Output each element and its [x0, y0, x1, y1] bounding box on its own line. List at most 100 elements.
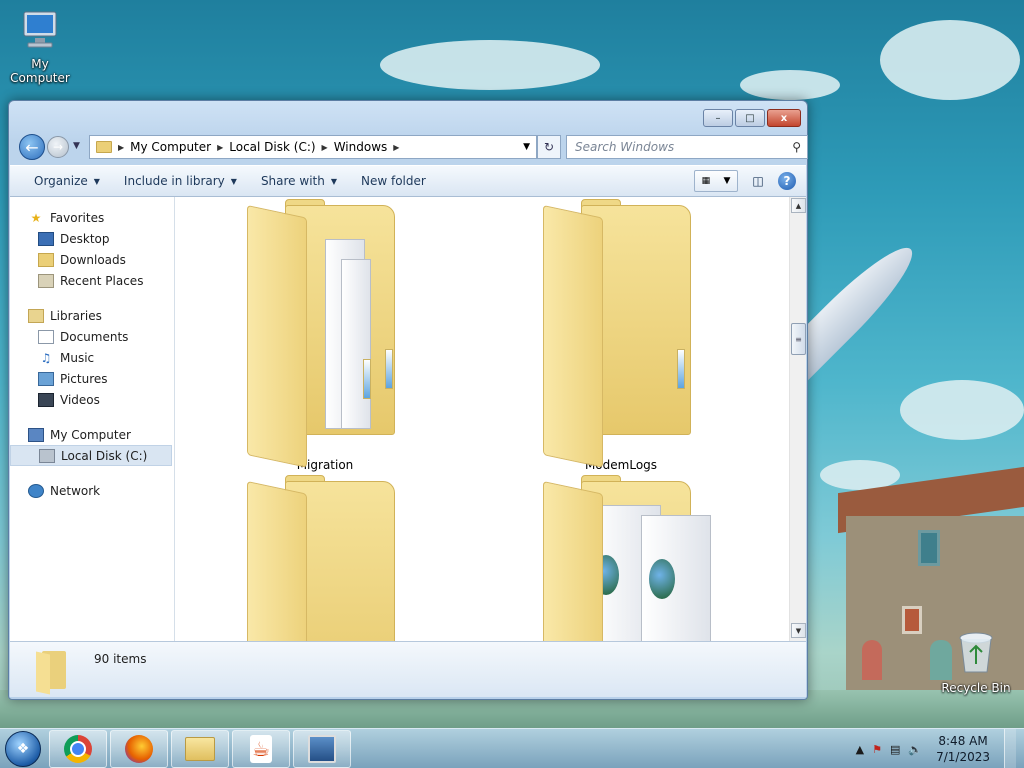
window-controls: – □ x [703, 109, 801, 127]
share-with-button[interactable]: Share with ▼ [249, 169, 349, 193]
view-icon: ▦ [701, 176, 711, 186]
breadcrumb-local-disk[interactable]: Local Disk (C:) [229, 140, 315, 154]
firefox-icon [125, 734, 153, 763]
explorer-window: – □ x ← → ▼ ▶ My Computer ▶ Local Disk (… [8, 100, 808, 700]
breadcrumb-windows[interactable]: Windows [334, 140, 388, 154]
back-button[interactable]: ← [19, 134, 45, 160]
nav-label: Libraries [50, 308, 102, 323]
breadcrumb-my-computer[interactable]: My Computer [130, 140, 211, 154]
folder-icon [541, 199, 701, 468]
organize-label: Organize [34, 174, 88, 188]
breadcrumb-separator-icon[interactable]: ▶ [393, 143, 399, 152]
desktop-icon-my-computer[interactable]: My Computer [0, 8, 80, 85]
show-hidden-icons-icon[interactable]: ▲ [856, 743, 864, 756]
search-input[interactable]: Search Windows ⚲ [566, 135, 808, 159]
nav-label: My Computer [50, 427, 131, 442]
preview-pane-icon: ◫ [752, 174, 764, 188]
star-icon: ★ [30, 210, 42, 225]
nav-item-desktop[interactable]: Desktop [10, 228, 174, 249]
address-bar-row: ← → ▼ ▶ My Computer ▶ Local Disk (C:) ▶ … [17, 133, 808, 161]
scrollbar-thumb[interactable]: ≡ [791, 323, 806, 355]
minimize-button[interactable]: – [703, 109, 733, 127]
include-in-library-label: Include in library [123, 174, 225, 188]
content-area: ★ Favorites Desktop Downloads Recent Plac… [10, 197, 806, 641]
command-bar: Organize ▼ Include in library ▼ Share with… [10, 165, 806, 197]
nav-label: Documents [60, 329, 129, 344]
cloud [740, 70, 840, 100]
network-status-icon[interactable]: ▤ [890, 743, 900, 756]
forward-arrow-icon: → [52, 140, 64, 154]
taskbar-chrome[interactable] [49, 729, 107, 768]
folder-item[interactable] [486, 475, 756, 641]
details-pane: 90 items [10, 641, 806, 697]
folder-label: Migration [296, 458, 354, 472]
forward-button[interactable]: → [47, 136, 69, 158]
taskbar-firefox[interactable] [110, 729, 168, 768]
taskbar-network-setup[interactable] [293, 729, 351, 768]
folder-item-migration[interactable]: Migration [190, 199, 460, 472]
share-with-label: Share with [260, 174, 325, 188]
scroll-up-icon: ▲ [795, 201, 802, 210]
computer-icon [28, 427, 44, 442]
nav-label: Network [50, 483, 101, 498]
network-icon [28, 483, 44, 498]
desktop-icon [38, 231, 54, 246]
recent-pages-button[interactable]: ▼ [73, 141, 80, 151]
taskbar-java[interactable]: ☕ [232, 729, 290, 768]
organize-button[interactable]: Organize ▼ [22, 169, 112, 193]
scroll-up-button[interactable]: ▲ [791, 198, 806, 213]
pictures-icon [38, 371, 54, 386]
volume-muted-icon[interactable]: 🔈 [908, 743, 922, 756]
folder-icon [96, 141, 112, 153]
nav-group-network: Network [10, 480, 174, 501]
breadcrumb-separator-icon[interactable]: ▶ [118, 143, 124, 152]
breadcrumb-separator-icon[interactable]: ▶ [217, 143, 223, 152]
nav-item-pictures[interactable]: Pictures [10, 368, 174, 389]
address-dropdown-icon[interactable]: ▼ [523, 142, 530, 152]
explorer-icon [185, 736, 215, 761]
nav-group-libraries: Libraries Documents ♫ Music Pictures Vide… [10, 305, 174, 410]
computer-icon [0, 8, 80, 55]
cloud [900, 380, 1024, 440]
nav-label: Pictures [60, 371, 108, 386]
close-button[interactable]: x [767, 109, 801, 127]
folder-item-modemlogs[interactable]: ModemLogs [486, 199, 756, 472]
desktop-icon-label: Recycle Bin [941, 681, 1011, 695]
nav-item-libraries[interactable]: Libraries [10, 305, 174, 326]
action-center-icon[interactable]: ⚑ [872, 743, 882, 756]
nav-item-recent-places[interactable]: Recent Places [10, 270, 174, 291]
nav-item-videos[interactable]: Videos [10, 389, 174, 410]
search-icon[interactable]: ⚲ [792, 140, 801, 154]
help-button[interactable]: ? [778, 172, 796, 190]
nav-label: Downloads [60, 252, 126, 267]
change-view-button[interactable]: ▦ ▼ [694, 170, 738, 192]
cloud [380, 40, 600, 90]
desktop-icon-recycle-bin[interactable]: Recycle Bin [936, 630, 1016, 695]
show-desktop-button[interactable] [1004, 729, 1016, 768]
nav-item-favorites[interactable]: ★ Favorites [10, 207, 174, 228]
chevron-down-icon: ▼ [230, 176, 237, 186]
maximize-icon: □ [745, 112, 755, 124]
new-folder-button[interactable]: New folder [349, 169, 438, 193]
drive-icon [39, 448, 55, 463]
nav-item-network[interactable]: Network [10, 480, 174, 501]
nav-label: Recent Places [60, 273, 144, 288]
refresh-button[interactable]: ↻ [537, 135, 561, 159]
nav-item-downloads[interactable]: Downloads [10, 249, 174, 270]
maximize-button[interactable]: □ [735, 109, 765, 127]
include-in-library-button[interactable]: Include in library ▼ [112, 169, 249, 193]
address-bar[interactable]: ▶ My Computer ▶ Local Disk (C:) ▶ Window… [89, 135, 537, 159]
system-tray: ▲ ⚑ ▤ 🔈 8:48 AM 7/1/2023 [856, 729, 1024, 768]
preview-pane-button[interactable]: ◫ [746, 170, 770, 192]
start-button[interactable]: ❖ [0, 729, 46, 768]
scroll-down-button[interactable]: ▼ [791, 623, 806, 638]
taskbar-explorer[interactable] [171, 729, 229, 768]
nav-item-music[interactable]: ♫ Music [10, 347, 174, 368]
nav-item-documents[interactable]: Documents [10, 326, 174, 347]
folder-item[interactable] [190, 475, 460, 641]
clock[interactable]: 8:48 AM 7/1/2023 [936, 733, 990, 765]
vertical-scrollbar[interactable]: ▲ ≡ ▼ [789, 197, 806, 641]
nav-item-my-computer[interactable]: My Computer [10, 424, 174, 445]
nav-item-local-disk[interactable]: Local Disk (C:) [10, 445, 172, 466]
breadcrumb-separator-icon[interactable]: ▶ [322, 143, 328, 152]
